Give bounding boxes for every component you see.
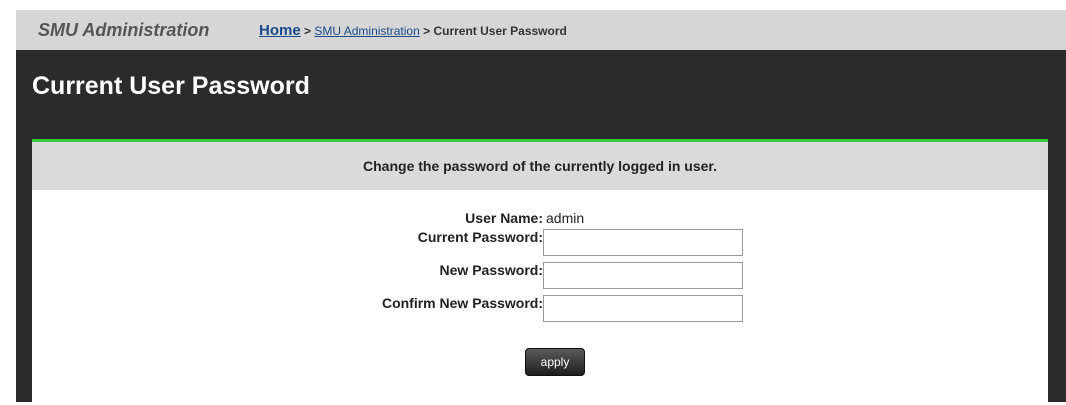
apply-button[interactable]: apply — [525, 348, 585, 376]
current-password-row: Current Password: — [32, 228, 1048, 256]
app-frame: SMU Administration Home > SMU Administra… — [16, 10, 1066, 405]
breadcrumb-current: Current User Password — [433, 24, 567, 38]
confirm-password-input[interactable] — [543, 295, 743, 322]
breadcrumb-smu-administration-link[interactable]: SMU Administration — [314, 24, 419, 38]
breadcrumb-home-link[interactable]: Home — [259, 22, 301, 39]
confirm-password-row: Confirm New Password: — [32, 294, 1048, 322]
user-name-value: admin — [546, 210, 585, 226]
panel-description: Change the password of the currently log… — [32, 142, 1048, 190]
breadcrumb: Home > SMU Administration > Current User… — [259, 22, 567, 39]
current-password-label: Current Password: — [417, 229, 543, 245]
user-name-label: User Name: — [465, 210, 543, 226]
current-password-input[interactable] — [543, 229, 743, 256]
breadcrumb-separator: > — [423, 24, 431, 38]
new-password-input[interactable] — [543, 262, 743, 289]
page-title: Current User Password — [32, 72, 310, 100]
new-password-label: New Password: — [439, 262, 543, 278]
app-title: SMU Administration — [38, 20, 210, 40]
top-bar: SMU Administration Home > SMU Administra… — [16, 10, 1066, 50]
breadcrumb-separator: > — [304, 24, 312, 38]
confirm-password-label: Confirm New Password: — [381, 295, 543, 311]
password-panel: Change the password of the currently log… — [32, 139, 1048, 405]
new-password-row: New Password: — [32, 261, 1048, 289]
